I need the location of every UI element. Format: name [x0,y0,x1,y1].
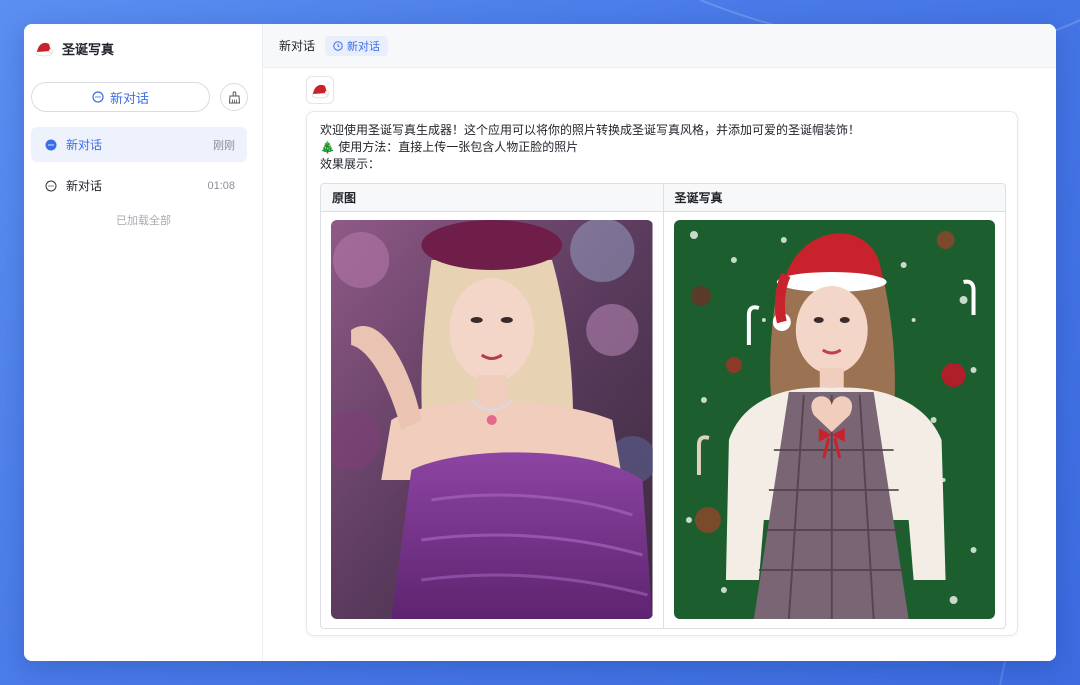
santa-hat-icon [311,84,330,99]
example-table: 原图 圣诞写真 [320,183,1006,629]
message-text: 🎄 使用方法：直接上传一张包含人物正脸的照片 [320,140,579,154]
clear-history-button[interactable] [220,83,248,111]
table-header: 原图 圣诞写真 [321,184,1005,212]
chat-bubble-icon [45,180,57,191]
column-header-original: 原图 [332,191,357,205]
chat-title: 新对话 [279,39,316,53]
conversation-time: 刚刚 [213,139,235,152]
brand: 圣诞写真 [34,38,114,58]
christmas-photo[interactable] [673,220,996,619]
conversation-list: 新对话 刚刚 新对话 01:08 [31,127,247,209]
conversation-item[interactable]: 新对话 01:08 [31,168,247,203]
chat-status-tag: 新对话 [325,35,389,56]
broom-icon [228,91,240,103]
chat-tag-label: 新对话 [347,40,381,53]
sidebar: 圣诞写真 新对话 新对话 刚刚 新对话 01:08 已加载全部 [24,24,263,661]
table-row [321,212,1005,628]
conversation-item[interactable]: 新对话 刚刚 [31,127,247,162]
chat-bubble-icon [92,91,104,103]
conversation-title: 新对话 [66,179,103,193]
table-cell [321,212,663,628]
bot-message: 欢迎使用圣诞写真生成器！这个应用可以将你的照片转换成圣诞写真风格，并添加可爱的圣… [306,111,1018,636]
message-text: 效果展示： [320,157,381,171]
chat-main: 新对话 新对话 欢迎使用圣诞写真生成器！这个应用可以将你的照片转换成圣诞写真风格… [263,24,1056,661]
conversation-title: 新对话 [66,138,103,152]
chat-bubble-icon [45,139,57,150]
clock-icon [333,40,343,51]
app-window: 圣诞写真 新对话 新对话 刚刚 新对话 01:08 已加载全部 新对话 新对话 … [24,24,1056,661]
new-chat-button[interactable]: 新对话 [31,82,210,112]
chat-header: 新对话 新对话 [263,24,1056,68]
message-text: 欢迎使用圣诞写真生成器！这个应用可以将你的照片转换成圣诞写真风格，并添加可爱的圣… [320,123,861,137]
loaded-all-text: 已加载全部 [116,215,171,227]
santa-hat-icon [35,42,54,57]
original-photo[interactable] [331,220,653,619]
app-name: 圣诞写真 [62,41,115,57]
column-header-christmas: 圣诞写真 [662,184,1006,211]
bot-avatar [306,76,334,104]
conversation-time: 01:08 [207,179,235,192]
new-chat-label: 新对话 [109,90,149,106]
table-cell [662,212,1006,628]
